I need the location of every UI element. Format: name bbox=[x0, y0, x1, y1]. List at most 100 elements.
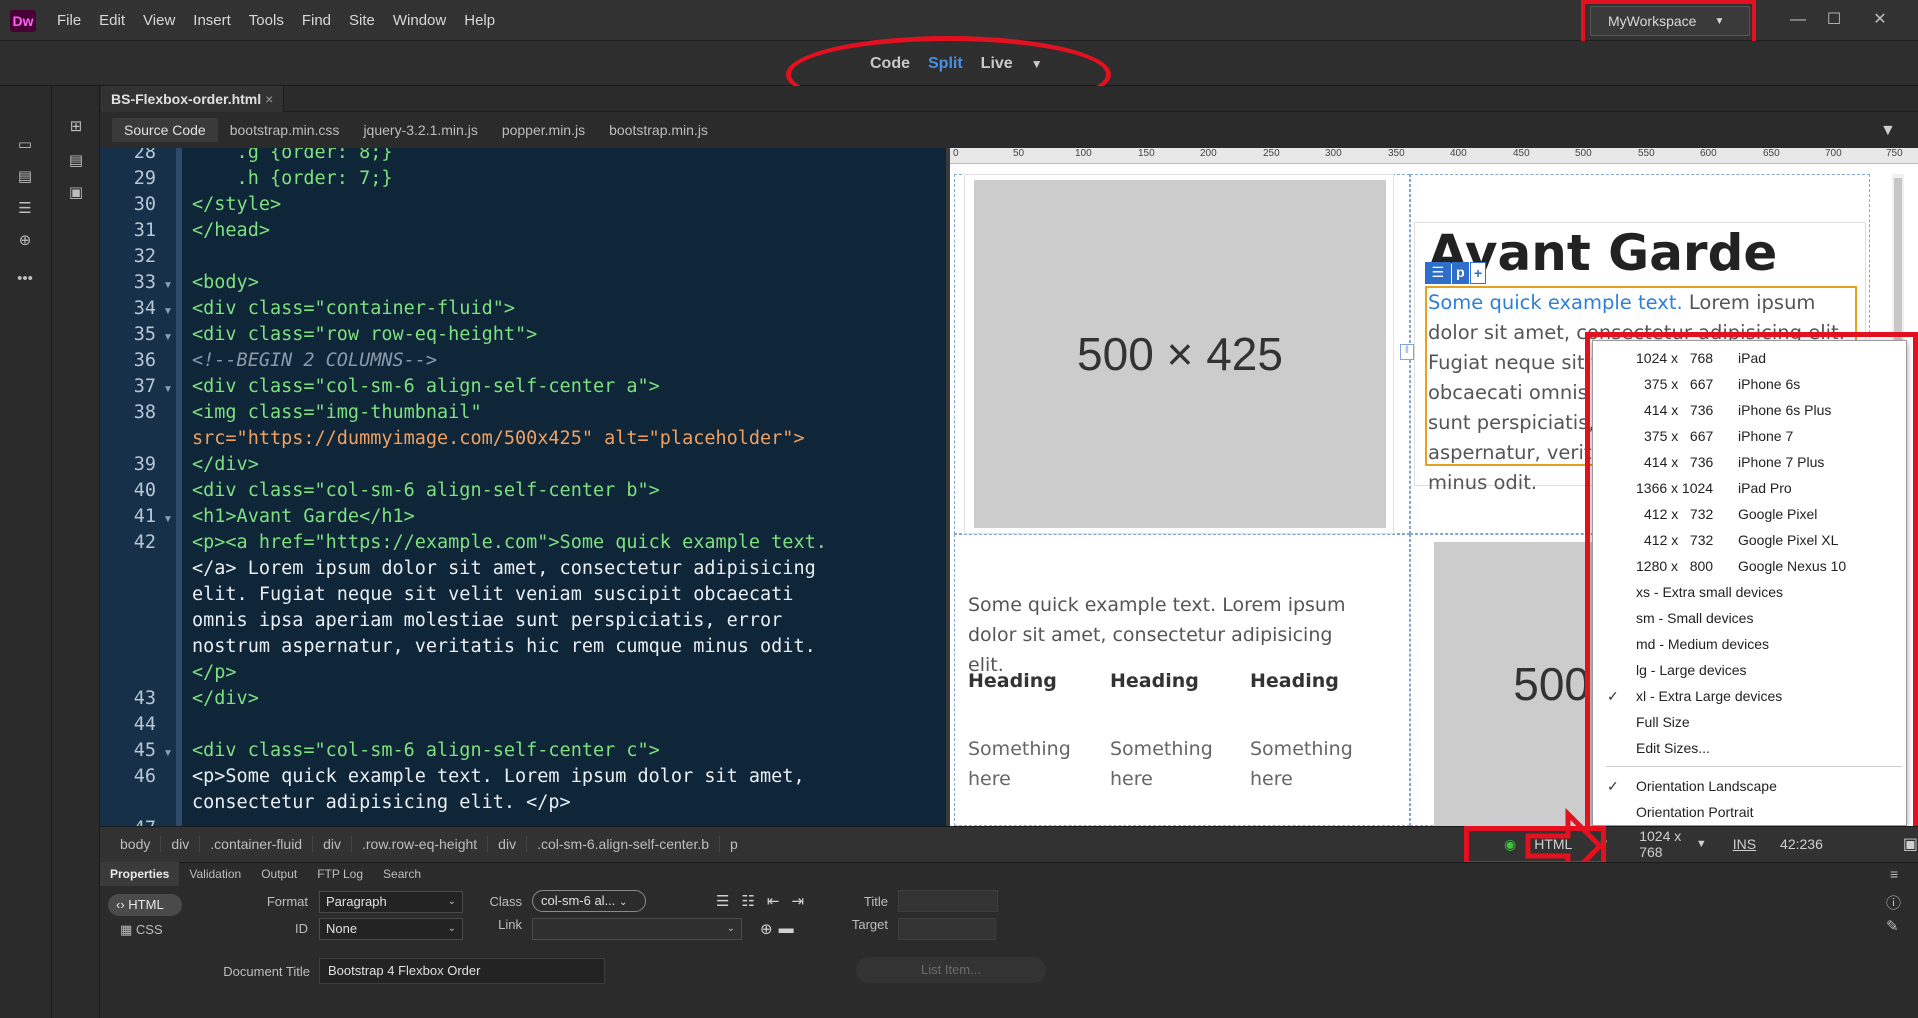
tag-selector: body div .container-fluid div .row.row-e… bbox=[110, 826, 748, 862]
tab-output[interactable]: Output bbox=[251, 862, 307, 886]
indent-icon[interactable]: ⇥ bbox=[791, 892, 804, 910]
list-item-button[interactable]: List Item... bbox=[856, 957, 1046, 983]
tab-properties[interactable]: Properties bbox=[100, 862, 180, 886]
ordered-list-icon[interactable]: ☷ bbox=[741, 892, 754, 910]
title-label: Title bbox=[863, 894, 888, 909]
ruler-label: 300 bbox=[1325, 148, 1342, 159]
code-line: <div class="col-sm-6 align-self-center a… bbox=[192, 376, 660, 397]
browse-folder-icon[interactable]: ▬ bbox=[779, 920, 794, 938]
point-to-file-icon[interactable]: ⊕ bbox=[760, 920, 773, 938]
assets-icon[interactable]: ▣ bbox=[64, 182, 88, 204]
unordered-list-icon[interactable]: ☰ bbox=[716, 892, 729, 910]
tab-validation[interactable]: Validation bbox=[179, 862, 251, 886]
preview-icon[interactable]: ▣ bbox=[1903, 834, 1918, 854]
class-select[interactable]: col-sm-6 al... ⌄ bbox=[532, 890, 646, 912]
tag-crumb-col-b[interactable]: .col-sm-6.align-self-center.b bbox=[527, 836, 721, 852]
placeholder-image-2[interactable]: 500 bbox=[1434, 542, 1594, 826]
related-files: Source Code bootstrap.min.css jquery-3.2… bbox=[112, 118, 720, 142]
tab-ftp-log[interactable]: FTP Log bbox=[307, 862, 373, 886]
close-window-icon[interactable]: ✕ bbox=[1862, 6, 1898, 34]
fold-arrow-icon[interactable]: ▼ bbox=[163, 332, 173, 343]
snippets-icon[interactable]: ▤ bbox=[64, 150, 88, 172]
tag-crumb-row[interactable]: .row.row-eq-height bbox=[352, 836, 489, 852]
title-input[interactable] bbox=[898, 890, 998, 912]
more-icon[interactable]: ••• bbox=[13, 268, 37, 290]
related-file-bootstrap-css[interactable]: bootstrap.min.css bbox=[218, 118, 352, 142]
fold-arrow-icon[interactable]: ▼ bbox=[163, 514, 173, 525]
live-paragraph-c[interactable]: Some quick example text. Lorem ipsum dol… bbox=[968, 590, 1368, 680]
ruler-label: 100 bbox=[1075, 148, 1092, 159]
dom-tree-icon[interactable]: ☰ bbox=[13, 198, 37, 220]
column-resize-handle-icon[interactable]: ‖ bbox=[1400, 344, 1414, 360]
class-value: col-sm-6 al... bbox=[541, 893, 616, 908]
help-icon[interactable]: ⓘ bbox=[1886, 892, 1901, 913]
code-line: </div> bbox=[192, 454, 259, 475]
code-icon[interactable]: ▭ bbox=[13, 134, 37, 156]
line-number: 43 bbox=[133, 688, 156, 709]
insert-mode[interactable]: INS bbox=[1733, 836, 1756, 852]
document-icon[interactable]: ▤ bbox=[13, 166, 37, 188]
ruler-label: 750 bbox=[1886, 148, 1903, 159]
hud-menu-icon[interactable]: ☰ bbox=[1425, 262, 1451, 284]
edit-icon[interactable]: ✎ bbox=[1886, 917, 1901, 935]
ruler-label: 600 bbox=[1700, 148, 1717, 159]
css-mode-button[interactable]: ▦ CSS bbox=[120, 922, 163, 938]
fold-arrow-icon[interactable]: ▼ bbox=[163, 306, 173, 317]
close-tab-icon[interactable]: × bbox=[265, 91, 273, 107]
filter-icon[interactable]: ▼ bbox=[1880, 122, 1898, 140]
target-icon[interactable]: ⊕ bbox=[13, 230, 37, 252]
tag-crumb-div[interactable]: div bbox=[313, 836, 352, 852]
horizontal-ruler: 0 50 100 150 200 250 300 350 400 450 500… bbox=[950, 148, 1918, 164]
id-select[interactable]: None ⌄ bbox=[319, 918, 463, 940]
target-select[interactable] bbox=[898, 918, 996, 940]
menu-window[interactable]: Window bbox=[384, 0, 455, 41]
line-number: 35 bbox=[133, 324, 156, 345]
fold-arrow-icon[interactable]: ▼ bbox=[163, 748, 173, 759]
menu-site[interactable]: Site bbox=[340, 0, 384, 41]
menu-find[interactable]: Find bbox=[293, 0, 340, 41]
related-file-popper[interactable]: popper.min.js bbox=[490, 118, 597, 142]
site-map-icon[interactable]: ⊞ bbox=[64, 116, 88, 138]
live-table-cell: Something here bbox=[1250, 738, 1353, 790]
related-file-jquery[interactable]: jquery-3.2.1.min.js bbox=[351, 118, 489, 142]
minimize-icon[interactable]: — bbox=[1780, 6, 1816, 34]
window-size-selector[interactable]: 1024 x 768 bbox=[1639, 828, 1682, 860]
related-file-bootstrap-js[interactable]: bootstrap.min.js bbox=[597, 118, 720, 142]
class-label: Class bbox=[489, 894, 522, 909]
fold-arrow-icon[interactable]: ▼ bbox=[163, 280, 173, 291]
hud-add-icon[interactable]: + bbox=[1470, 262, 1486, 284]
code-editor[interactable]: 28 29 30 31 32 33 34 35 36 37 38 39 40 4… bbox=[100, 148, 946, 826]
related-file-source-code[interactable]: Source Code bbox=[112, 118, 218, 142]
tag-crumb-div[interactable]: div bbox=[161, 836, 201, 852]
tag-crumb-container-fluid[interactable]: .container-fluid bbox=[200, 836, 314, 852]
fold-arrow-icon[interactable]: ▼ bbox=[163, 384, 173, 395]
menu-insert[interactable]: Insert bbox=[184, 0, 240, 41]
format-select[interactable]: Paragraph ⌄ bbox=[319, 891, 463, 913]
code-line: </head> bbox=[192, 220, 270, 241]
app-logo: Dw bbox=[10, 10, 36, 32]
placeholder-image[interactable]: 500 × 425 bbox=[974, 180, 1386, 528]
chevron-down-icon[interactable]: ▼ bbox=[1696, 838, 1707, 850]
hud-tag-label[interactable]: p bbox=[1451, 262, 1470, 284]
menu-view[interactable]: View bbox=[134, 0, 184, 41]
tag-crumb-p[interactable]: p bbox=[720, 836, 748, 852]
link-input[interactable]: ⌄ bbox=[532, 918, 742, 940]
menu-edit[interactable]: Edit bbox=[90, 0, 134, 41]
document-tab-label: BS-Flexbox-order.html bbox=[111, 91, 262, 107]
menu-help[interactable]: Help bbox=[455, 0, 504, 41]
panel-menu-icon[interactable]: ≡ bbox=[1890, 866, 1898, 882]
html-mode-button[interactable]: ‹› HTML bbox=[108, 894, 182, 916]
menu-tools[interactable]: Tools bbox=[240, 0, 293, 41]
outdent-icon[interactable]: ⇤ bbox=[767, 892, 780, 910]
list-tools: ☰ ☷ ⇤ ⇥ bbox=[716, 892, 804, 910]
tag-crumb-body[interactable]: body bbox=[110, 836, 162, 852]
paragraph-link[interactable]: Some quick example text. bbox=[1428, 291, 1683, 314]
document-title-input[interactable]: Bootstrap 4 Flexbox Order bbox=[319, 958, 605, 984]
tab-search[interactable]: Search bbox=[373, 862, 431, 886]
document-tab[interactable]: BS-Flexbox-order.html × bbox=[101, 86, 285, 112]
element-hud[interactable]: ☰ p + bbox=[1425, 262, 1486, 284]
maximize-icon[interactable]: ☐ bbox=[1816, 6, 1852, 34]
menu-file[interactable]: File bbox=[48, 0, 90, 41]
tag-crumb-div[interactable]: div bbox=[488, 836, 528, 852]
html-mode-label: HTML bbox=[128, 897, 164, 912]
